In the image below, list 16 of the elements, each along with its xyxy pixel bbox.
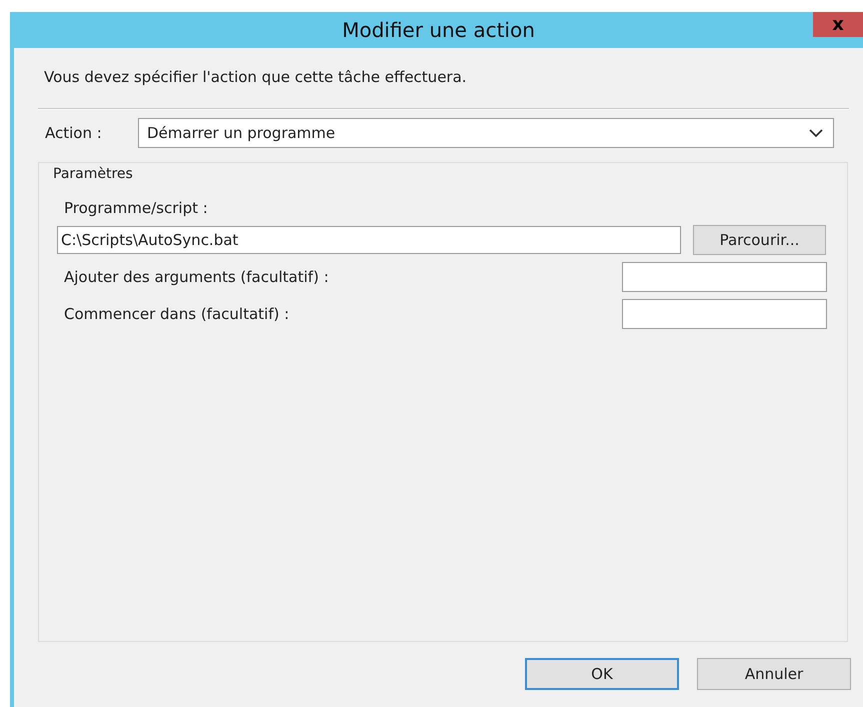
dialog-button[interactable]: Annuler: [697, 658, 851, 690]
input-field[interactable]: C:\Scripts\AutoSync.bat: [57, 226, 681, 254]
input-field[interactable]: [622, 299, 827, 329]
dialog-button[interactable]: OK: [525, 658, 679, 690]
close-button[interactable]: x: [813, 12, 863, 37]
window-title: Modifier une action: [342, 18, 535, 42]
action-label: Action :: [45, 124, 103, 142]
field-label: Programme/script :: [64, 199, 209, 217]
chevron-down-icon: [809, 128, 823, 138]
browse-button[interactable]: Parcourir...: [693, 225, 826, 255]
field-label: Ajouter des arguments (facultatif) :: [64, 268, 329, 286]
action-dropdown[interactable]: Démarrer un programme: [138, 118, 834, 148]
input-field[interactable]: [622, 262, 827, 292]
group-legend: Paramètres: [53, 166, 827, 182]
field-label: Commencer dans (facultatif) :: [64, 305, 290, 323]
instruction-text: Vous devez spécifier l'action que cette tâche effectuera.: [44, 68, 468, 86]
